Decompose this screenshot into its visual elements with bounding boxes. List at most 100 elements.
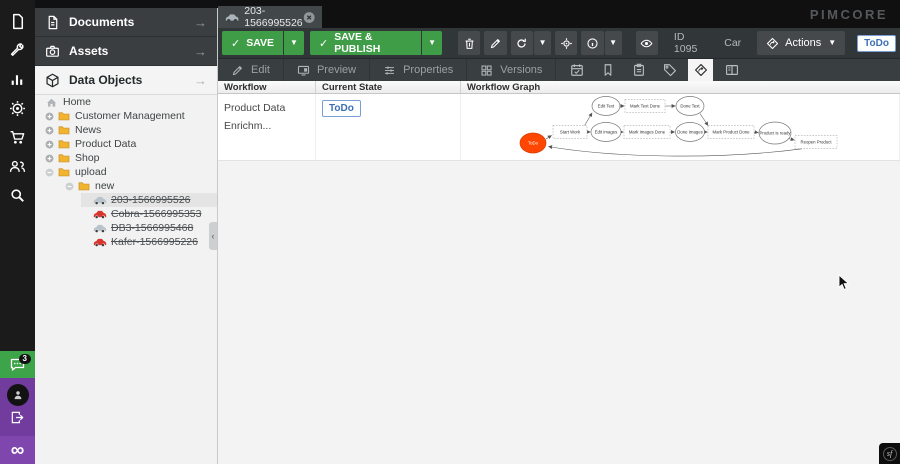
close-tab-icon[interactable] bbox=[303, 11, 315, 24]
workflow-name: Product Data Enrichm... bbox=[224, 102, 285, 132]
search-icon bbox=[9, 187, 26, 204]
tree-item-new[interactable]: new bbox=[35, 179, 217, 193]
customers-menu-button[interactable] bbox=[0, 152, 35, 181]
sidebar-collapse-handle[interactable]: ‹ bbox=[209, 222, 217, 250]
info-dropdown-button[interactable]: ▼ bbox=[605, 31, 622, 55]
workflow-node-label: Done Images bbox=[677, 129, 703, 134]
tab-notes-events[interactable] bbox=[626, 59, 651, 81]
tree-item-product-data[interactable]: Product Data bbox=[35, 137, 217, 151]
reload-button[interactable] bbox=[511, 31, 533, 55]
tab-schedule[interactable] bbox=[564, 59, 589, 81]
data-objects-panel-header[interactable]: Data Objects → bbox=[35, 66, 217, 95]
workflow-diamond-icon bbox=[694, 63, 708, 77]
tab-edit[interactable]: Edit bbox=[218, 59, 284, 81]
columns-icon bbox=[725, 63, 739, 77]
reload-dropdown-button[interactable]: ▼ bbox=[534, 31, 551, 55]
tree-item-label: DB3-1566995468 bbox=[111, 222, 193, 234]
search-button[interactable] bbox=[0, 181, 35, 210]
workflow-grid-row[interactable]: Product Data Enrichm... ToDo ToDoStart W… bbox=[218, 94, 900, 161]
settings-menu-button[interactable] bbox=[0, 94, 35, 123]
reports-menu-button[interactable] bbox=[0, 65, 35, 94]
workflow-node-label: Mark Text Done bbox=[630, 103, 661, 108]
save-publish-button[interactable]: ✓SAVE & PUBLISH bbox=[310, 31, 421, 55]
sidebar: Documents → Assets → Data Objects → Home… bbox=[35, 8, 218, 464]
tree-item-label: upload bbox=[75, 166, 107, 178]
column-header-current-state[interactable]: Current State bbox=[316, 81, 461, 93]
expand-plus-icon[interactable] bbox=[45, 126, 54, 135]
collapse-minus-icon[interactable] bbox=[45, 168, 54, 177]
pimcore-infinity-logo[interactable]: ∞ bbox=[0, 436, 35, 464]
collapse-minus-icon[interactable] bbox=[65, 182, 74, 191]
car-icon bbox=[93, 195, 107, 205]
workflow-edge bbox=[700, 114, 708, 126]
delete-button[interactable] bbox=[458, 31, 480, 55]
document-icon bbox=[45, 15, 60, 30]
tab-properties[interactable]: Properties bbox=[370, 59, 467, 81]
tree-item-203-1566995526[interactable]: 203-1566995526 bbox=[81, 193, 217, 207]
tree-item-shop[interactable]: Shop bbox=[35, 151, 217, 165]
save-dropdown-button[interactable]: ▼ bbox=[284, 31, 304, 55]
save-button-group: ✓SAVE ▼ bbox=[222, 31, 304, 55]
file-icon bbox=[9, 13, 26, 30]
save-publish-label: SAVE & PUBLISH bbox=[334, 31, 412, 55]
tree-item-cobra-1566995353[interactable]: Cobra-1566995353 bbox=[35, 207, 217, 221]
folder-icon bbox=[58, 125, 70, 135]
tree-item-customer-management[interactable]: Customer Management bbox=[35, 109, 217, 123]
object-tab-203-1566995526[interactable]: 203-1566995526 bbox=[218, 6, 322, 28]
object-id-label: ID 1095 bbox=[674, 31, 708, 55]
tab-dependencies[interactable] bbox=[719, 59, 744, 81]
eye-icon bbox=[640, 37, 653, 50]
tree-item-upload[interactable]: upload bbox=[35, 165, 217, 179]
tab-versions[interactable]: Versions bbox=[467, 59, 556, 81]
rename-button[interactable] bbox=[484, 31, 506, 55]
expand-plus-icon[interactable] bbox=[45, 154, 54, 163]
object-toolbar: ✓SAVE ▼ ✓SAVE & PUBLISH ▼ ▼ ▼ ID 1095 Ca… bbox=[218, 28, 900, 58]
caret-down-icon: ▼ bbox=[539, 39, 547, 47]
assets-panel-label: Assets bbox=[69, 44, 194, 58]
ecommerce-menu-button[interactable] bbox=[0, 123, 35, 152]
car-icon bbox=[93, 237, 107, 247]
tab-workflow[interactable] bbox=[688, 59, 713, 81]
tab-preview[interactable]: Preview bbox=[284, 59, 370, 81]
tab-tags[interactable] bbox=[657, 59, 682, 81]
tree-item-home[interactable]: Home bbox=[35, 95, 217, 109]
expand-plus-icon[interactable] bbox=[45, 140, 54, 149]
user-avatar[interactable] bbox=[7, 384, 29, 406]
workflow-edge bbox=[754, 132, 758, 133]
assets-panel-header[interactable]: Assets → bbox=[35, 37, 217, 66]
tree-item-news[interactable]: News bbox=[35, 123, 217, 137]
calendar-check-icon bbox=[570, 63, 584, 77]
save-button[interactable]: ✓SAVE bbox=[222, 31, 283, 55]
workflow-node-label: Mark Product Done bbox=[712, 129, 750, 134]
workflow-node-label: Edit Text bbox=[598, 103, 615, 108]
info-button[interactable] bbox=[581, 31, 603, 55]
actions-button[interactable]: Actions ▼ bbox=[757, 31, 845, 55]
workflow-edge bbox=[789, 139, 795, 141]
main-nav-bar: 3 ∞ bbox=[0, 0, 35, 464]
column-header-workflow[interactable]: Workflow bbox=[218, 81, 316, 93]
notifications-button[interactable]: 3 bbox=[0, 351, 35, 378]
tree-item-kafer-1566995226[interactable]: Kafer-1566995226 bbox=[35, 235, 217, 249]
pimcore-wordmark: PIMCORE bbox=[810, 7, 888, 22]
tools-menu-button[interactable] bbox=[0, 36, 35, 65]
file-menu-button[interactable] bbox=[0, 7, 35, 36]
users-icon bbox=[9, 158, 26, 175]
nav-spacer bbox=[0, 210, 35, 351]
expand-plus-icon[interactable] bbox=[45, 112, 54, 121]
logout-button[interactable] bbox=[10, 410, 25, 430]
column-header-workflow-graph[interactable]: Workflow Graph bbox=[461, 81, 900, 93]
symfony-profiler-toggle[interactable]: sf bbox=[879, 443, 900, 464]
save-publish-button-group: ✓SAVE & PUBLISH ▼ bbox=[310, 31, 442, 55]
save-publish-dropdown-button[interactable]: ▼ bbox=[422, 31, 442, 55]
locate-in-tree-button[interactable] bbox=[555, 31, 577, 55]
workflow-node-label: Product is ready bbox=[759, 130, 791, 135]
tab-preview-label: Preview bbox=[317, 64, 356, 76]
folder-icon bbox=[58, 139, 70, 149]
workflow-node-label: Reopen Product bbox=[800, 139, 832, 144]
open-preview-button[interactable] bbox=[636, 31, 658, 55]
arrow-right-icon: → bbox=[194, 44, 207, 59]
tree-item-db3-1566995468[interactable]: DB3-1566995468 bbox=[35, 221, 217, 235]
tab-reports[interactable] bbox=[595, 59, 620, 81]
documents-panel-header[interactable]: Documents → bbox=[35, 8, 217, 37]
workflow-grid-header: Workflow Current State Workflow Graph bbox=[218, 81, 900, 94]
